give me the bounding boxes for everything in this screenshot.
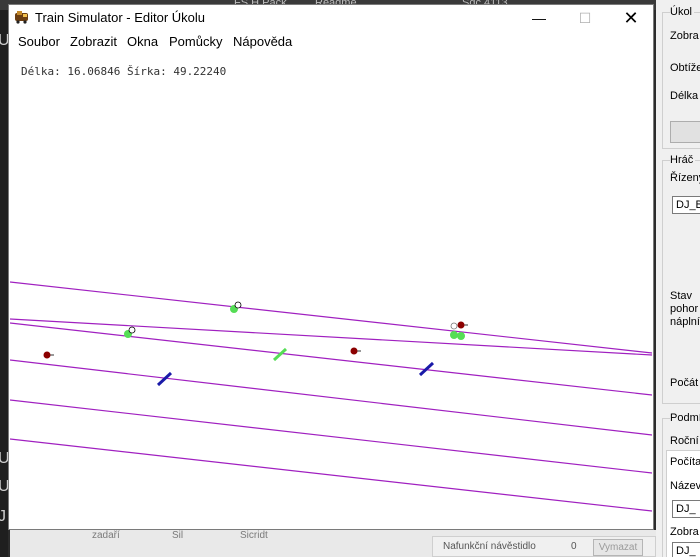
difficulty-label: Obtíže: [670, 62, 700, 74]
bg-label: Sil: [172, 530, 184, 541]
menu-soubor[interactable]: Soubor: [18, 34, 60, 49]
name-label: Název: [670, 480, 700, 492]
track-map[interactable]: [10, 55, 652, 529]
bg-label: J: [0, 508, 6, 525]
bg-label: zadaří: [92, 530, 120, 541]
maximize-button[interactable]: ☐: [562, 5, 608, 31]
map-canvas[interactable]: Délka: 16.06846 Šírka: 49.22240: [10, 55, 652, 529]
track-line[interactable]: [10, 359, 652, 436]
menu-okna[interactable]: Okna: [127, 34, 158, 49]
clock-icon[interactable]: [450, 322, 458, 330]
track-line[interactable]: [10, 322, 652, 396]
window-title: Train Simulator - Editor Úkolu: [35, 10, 206, 25]
computer-trains-header: Počíta: [670, 456, 700, 468]
dysfunctional-signals-label: Nafunkční návěstidlo: [443, 541, 536, 552]
state-label: Stav: [670, 290, 693, 302]
track-line[interactable]: [10, 281, 652, 354]
menu-napoveda[interactable]: Nápověda: [233, 34, 292, 49]
green-station-marker[interactable]: [450, 331, 458, 339]
red-signal-marker[interactable]: [350, 347, 358, 355]
task-group-title: Úkol: [670, 6, 695, 18]
title-bar[interactable]: Train Simulator - Editor Úkolu — ☐ ✕: [9, 5, 653, 31]
dysfunctional-signals-bar: Nafunkční návěstidlo 0 Vymazat: [432, 536, 656, 557]
task-properties-panel: Úkol Zobra Obtíže Délka Hráč Řízený DJ_B…: [656, 0, 700, 557]
clock-icon[interactable]: [234, 301, 242, 309]
season-label: Roční: [670, 435, 699, 447]
bg-label: Sicridt: [240, 530, 268, 541]
menu-pomucky[interactable]: Pomůcky: [169, 34, 222, 49]
background-desktop-left: U U U J: [0, 10, 10, 557]
player-group-title: Hráč: [670, 154, 696, 166]
green-station-marker[interactable]: [457, 332, 465, 340]
name-field[interactable]: DJ_: [672, 500, 700, 518]
dysfunctional-signals-count: 0: [571, 541, 577, 552]
close-button[interactable]: ✕: [608, 5, 654, 31]
drive-label: pohor: [670, 303, 699, 315]
display-field[interactable]: DJ_: [672, 542, 700, 557]
minimize-button[interactable]: —: [516, 5, 562, 31]
display-label-2: Zobra: [670, 526, 699, 538]
menu-zobrazit[interactable]: Zobrazit: [70, 34, 117, 49]
red-signal-marker[interactable]: [43, 351, 51, 359]
train-app-icon: [15, 11, 28, 24]
editor-window: Train Simulator - Editor Úkolu — ☐ ✕ Sou…: [8, 4, 654, 530]
start-label: Počát: [670, 377, 699, 389]
green-slash-marker[interactable]: [272, 347, 288, 362]
display-label: Zobra: [670, 30, 699, 42]
menu-bar: Soubor Zobrazit Okna Pomůcky Nápověda: [9, 31, 653, 53]
red-signal-marker[interactable]: [457, 321, 465, 329]
controlled-label: Řízený: [670, 172, 700, 184]
track-line[interactable]: [10, 318, 652, 356]
clock-icon[interactable]: [128, 326, 136, 334]
conditions-group-title: Podmí: [670, 412, 700, 424]
clear-button[interactable]: Vymazat: [593, 539, 643, 556]
task-action-button[interactable]: [670, 121, 700, 143]
fill-label: náplní: [670, 316, 700, 328]
player-train-field[interactable]: DJ_B: [672, 196, 700, 214]
length-label: Délka: [670, 90, 699, 102]
track-line[interactable]: [10, 399, 652, 474]
track-line[interactable]: [10, 438, 652, 512]
